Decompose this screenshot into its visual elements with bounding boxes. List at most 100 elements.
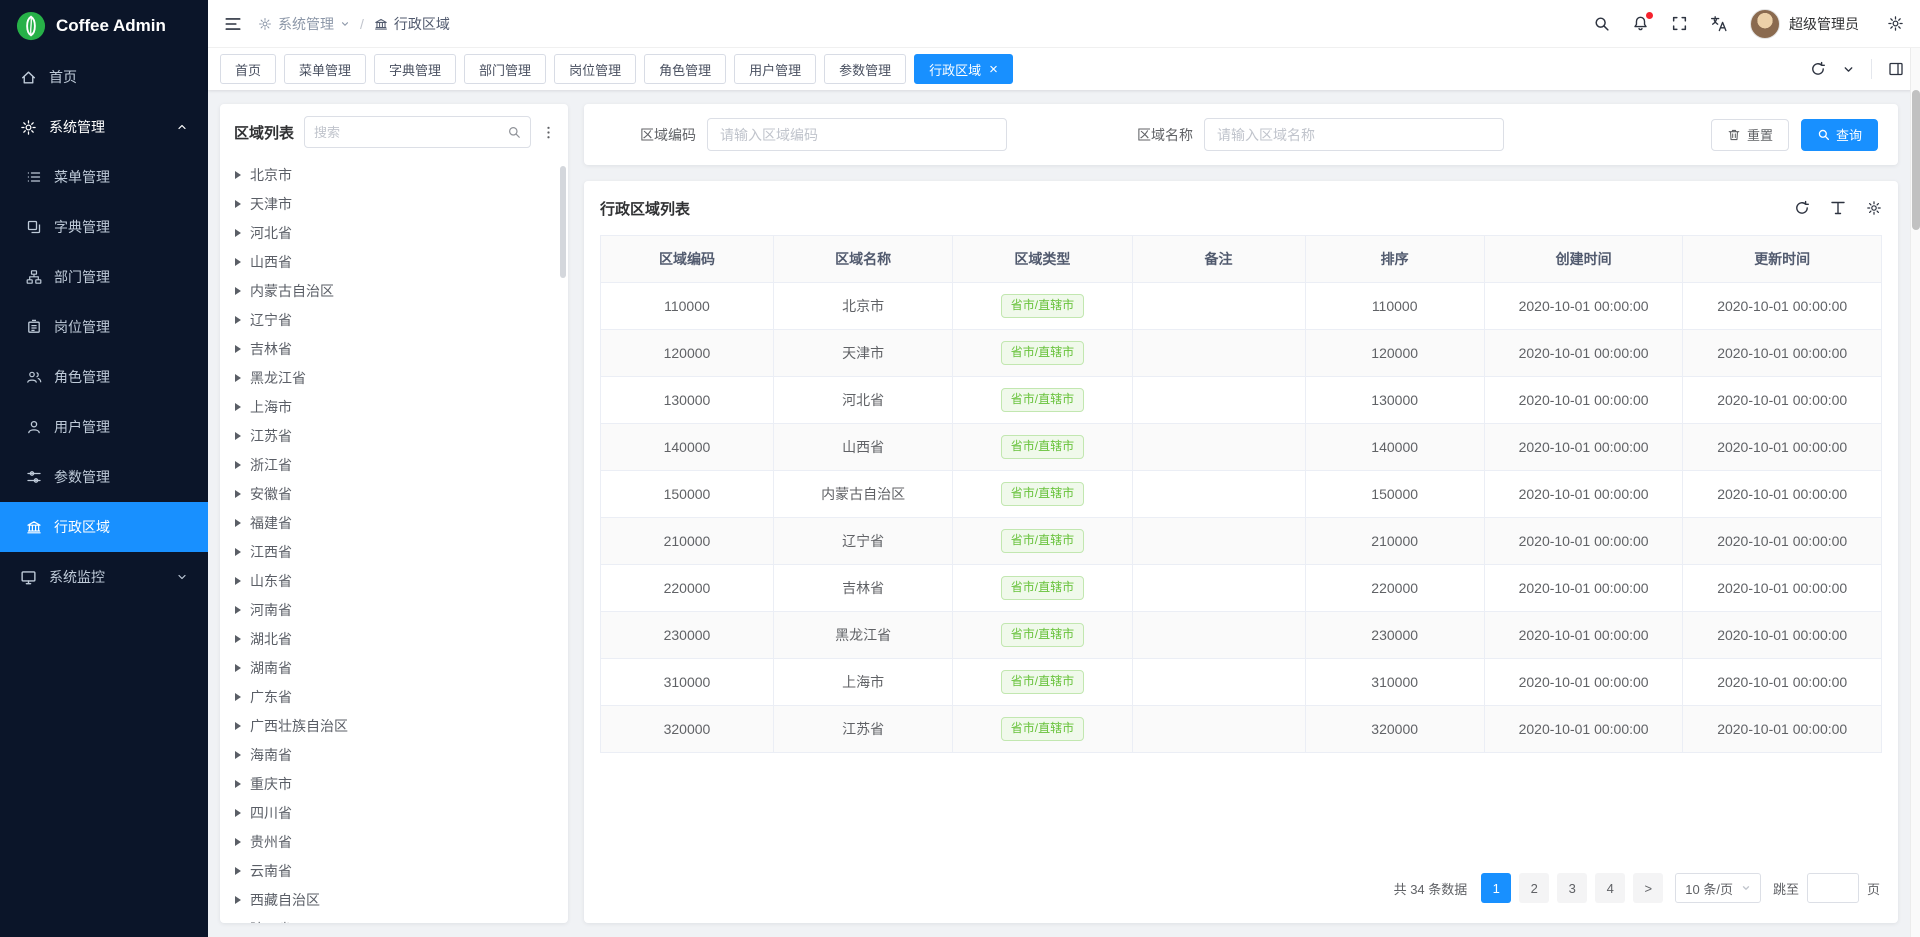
tree-item[interactable]: 重庆市 [220, 769, 568, 798]
chevron-right-icon [235, 548, 241, 556]
gear-icon[interactable] [1866, 200, 1882, 216]
tree-item[interactable]: 江西省 [220, 537, 568, 566]
tree-item[interactable]: 陕西省 [220, 914, 568, 923]
logo[interactable]: Coffee Admin [0, 0, 208, 52]
tab-close-icon[interactable]: × [989, 62, 998, 77]
settings-gear-icon[interactable] [1887, 15, 1904, 32]
hamburger-icon[interactable] [224, 15, 242, 33]
tree-item[interactable]: 河南省 [220, 595, 568, 624]
sidebar-item-label: 首页 [49, 67, 77, 87]
layout-icon[interactable] [1888, 61, 1904, 77]
page-button[interactable]: 2 [1519, 873, 1549, 903]
tree-item[interactable]: 山西省 [220, 247, 568, 276]
tab-item[interactable]: 首页 [220, 54, 276, 84]
tree-item[interactable]: 内蒙古自治区 [220, 276, 568, 305]
sidebar-item-parameter-management[interactable]: 参数管理 [0, 452, 208, 502]
tree-item[interactable]: 广西壮族自治区 [220, 711, 568, 740]
tree-item[interactable]: 天津市 [220, 189, 568, 218]
tree-item[interactable]: 湖北省 [220, 624, 568, 653]
tab-item[interactable]: 参数管理 [824, 54, 906, 84]
chevron-right-icon [235, 490, 241, 498]
sidebar-item-region-management[interactable]: 行政区域 [0, 502, 208, 552]
page-button[interactable]: 3 [1557, 873, 1587, 903]
tab-item[interactable]: 用户管理 [734, 54, 816, 84]
query-button[interactable]: 查询 [1801, 119, 1878, 151]
tree-scrollbar-thumb[interactable] [560, 166, 566, 278]
fullscreen-icon[interactable] [1671, 15, 1688, 32]
tree-item[interactable]: 西藏自治区 [220, 885, 568, 914]
cell-region-type: 省市/直辖市 [953, 612, 1132, 659]
tab-item[interactable]: 部门管理 [464, 54, 546, 84]
bell-icon[interactable] [1632, 15, 1649, 32]
dots-vertical-icon[interactable] [541, 125, 556, 140]
sidebar-item-role-management[interactable]: 角色管理 [0, 352, 208, 402]
sidebar-item-system-management[interactable]: 系统管理 [0, 102, 208, 152]
tree-item[interactable]: 贵州省 [220, 827, 568, 856]
refresh-icon[interactable] [1794, 200, 1810, 216]
tree-item[interactable]: 黑龙江省 [220, 363, 568, 392]
tree-item-label: 江苏省 [250, 426, 292, 446]
page-button[interactable]: 4 [1595, 873, 1625, 903]
tree-item[interactable]: 上海市 [220, 392, 568, 421]
cell-region-code: 220000 [601, 565, 774, 612]
search-icon[interactable] [1593, 15, 1610, 32]
next-page-button[interactable]: > [1633, 873, 1663, 903]
region-name-input[interactable] [1204, 118, 1504, 151]
breadcrumb-item-system[interactable]: 系统管理 [258, 14, 350, 34]
column-settings-icon[interactable] [1830, 200, 1846, 216]
cell-remark [1132, 424, 1305, 471]
user-menu[interactable]: 超级管理员 [1750, 9, 1859, 39]
page-list: 1234 [1481, 873, 1625, 903]
page-button[interactable]: 1 [1481, 873, 1511, 903]
sidebar-item-department-management[interactable]: 部门管理 [0, 252, 208, 302]
tree-item[interactable]: 海南省 [220, 740, 568, 769]
sidebar-item-menu-management[interactable]: 菜单管理 [0, 152, 208, 202]
tree-item[interactable]: 江苏省 [220, 421, 568, 450]
cell-region-code: 320000 [601, 706, 774, 753]
tree-search-input[interactable] [314, 125, 507, 140]
tree-item-label: 贵州省 [250, 832, 292, 852]
tree-item[interactable]: 福建省 [220, 508, 568, 537]
tab-label: 参数管理 [839, 60, 891, 79]
region-code-input[interactable] [707, 118, 1007, 151]
region-name-label: 区域名称 [1137, 125, 1193, 145]
tree-item[interactable]: 四川省 [220, 798, 568, 827]
tree-item[interactable]: 河北省 [220, 218, 568, 247]
search-icon [1817, 128, 1830, 141]
cell-sort: 110000 [1305, 283, 1484, 330]
tree-item[interactable]: 吉林省 [220, 334, 568, 363]
tree-item[interactable]: 云南省 [220, 856, 568, 885]
tree-item[interactable]: 浙江省 [220, 450, 568, 479]
refresh-icon[interactable] [1810, 61, 1826, 77]
sidebar-item-dictionary-management[interactable]: 字典管理 [0, 202, 208, 252]
table-title: 行政区域列表 [600, 198, 690, 219]
monitor-icon [20, 569, 37, 586]
tab-item[interactable]: 岗位管理 [554, 54, 636, 84]
sidebar-item-home[interactable]: 首页 [0, 52, 208, 102]
tab-item[interactable]: 菜单管理 [284, 54, 366, 84]
sidebar-item-post-management[interactable]: 岗位管理 [0, 302, 208, 352]
tree-item[interactable]: 北京市 [220, 160, 568, 189]
tree-item[interactable]: 辽宁省 [220, 305, 568, 334]
tree-item-label: 广东省 [250, 687, 292, 707]
tab-item[interactable]: 角色管理 [644, 54, 726, 84]
page-size-select[interactable]: 10 条/页 [1675, 873, 1761, 903]
tree-item[interactable]: 湖南省 [220, 653, 568, 682]
chevron-down-icon[interactable] [1842, 63, 1855, 76]
tab-item[interactable]: 字典管理 [374, 54, 456, 84]
search-icon[interactable] [507, 125, 521, 139]
sidebar-item-system-monitor[interactable]: 系统监控 [0, 552, 208, 602]
tab-item[interactable]: 行政区域× [914, 54, 1013, 84]
reset-button[interactable]: 重置 [1711, 119, 1789, 151]
tree-item[interactable]: 安徽省 [220, 479, 568, 508]
page-jump-input[interactable] [1807, 873, 1859, 903]
window-scrollbar-thumb[interactable] [1912, 90, 1920, 230]
tab-bar-actions [1806, 59, 1908, 79]
tree-item[interactable]: 山东省 [220, 566, 568, 595]
sidebar-item-user-management[interactable]: 用户管理 [0, 402, 208, 452]
tab-label: 角色管理 [659, 60, 711, 79]
chevron-right-icon [235, 258, 241, 266]
tree-item[interactable]: 广东省 [220, 682, 568, 711]
cell-sort: 230000 [1305, 612, 1484, 659]
translate-icon[interactable] [1710, 15, 1728, 33]
